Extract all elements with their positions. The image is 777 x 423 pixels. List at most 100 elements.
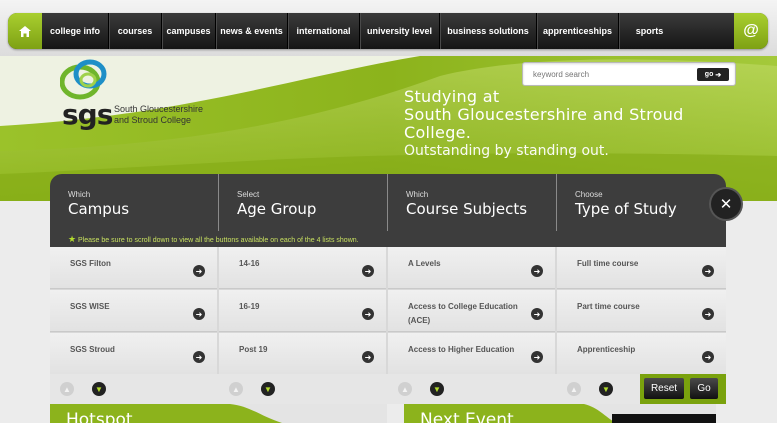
finder-col-type-of-study: Choose Type of Study [557,174,726,231]
scroll-up-icon[interactable]: ▲ [60,382,74,396]
sgs-logo[interactable]: sgs South Gloucestershire and Stroud Col… [60,58,230,136]
logo-subtitle: South Gloucestershire and Stroud College [114,104,203,126]
option-sgs-wise[interactable]: SGS WISE ➜ [50,290,217,332]
finder-col-course-subjects: Which Course Subjects [388,174,556,231]
col-title: Campus [68,200,130,218]
go-button[interactable]: Go [690,378,718,399]
option-label: SGS Filton [70,259,111,268]
nav-university-level[interactable]: university level [360,13,440,49]
finder-col-campus: Which Campus [50,174,218,231]
col-kicker: Which [68,190,91,199]
arrow-right-icon: ➜ [193,351,205,363]
tagline-slogan: Outstanding by standing out. [404,143,609,159]
star-icon: ★ [68,234,77,244]
logo-subtitle-line1: South Gloucestershire [114,104,204,114]
option-16-19[interactable]: 16-19 ➜ [219,290,386,332]
finder-col-age-group: Select Age Group [219,174,387,231]
search-box: go ➔ [522,62,736,86]
arrow-right-icon: ➜ [702,351,714,363]
home-button[interactable] [8,13,42,49]
tagline-line1: Studying at [404,87,500,106]
scroll-down-icon[interactable]: ▼ [430,382,444,396]
col-kicker: Which [406,190,429,199]
search-go-label: go [704,71,714,78]
nav-news-events[interactable]: news & events [216,13,288,49]
option-a-levels[interactable]: A Levels ➜ [388,247,555,289]
option-access-to-higher-education[interactable]: Access to Higher Education ➜ [388,333,555,375]
course-finder: Which Campus Select Age Group Which Cour… [50,174,741,404]
arrow-right-icon: ➜ [702,308,714,320]
finder-scroll-controls: ▲ ▼ ▲ ▼ ▲ ▼ ▲ ▼ Reset Go [50,374,726,404]
scroll-up-icon[interactable]: ▲ [567,382,581,396]
col-title: Course Subjects [406,200,528,218]
option-sgs-stroud[interactable]: SGS Stroud ➜ [50,333,217,375]
col-title: Age Group [237,200,317,218]
finder-action-area: Reset Go [640,374,726,404]
close-icon: ✕ [719,196,733,213]
option-label: Access to Higher Education [408,345,515,354]
option-access-to-college[interactable]: Access to College Education (ACE) ➜ [388,290,555,332]
search-input[interactable] [533,67,683,81]
hero-tagline: Studying at South Gloucestershire and St… [404,88,754,160]
reset-button[interactable]: Reset [644,378,684,399]
tagline-line3: College. [404,123,472,142]
logo-wordmark: sgs [62,98,113,131]
arrow-right-icon: ➜ [531,308,543,320]
col-kicker: Choose [575,190,603,199]
nav-international[interactable]: international [288,13,360,49]
arrow-right-icon: ➜ [531,265,543,277]
hotspot-panel: Hotspot [50,404,387,423]
finder-options-grid: SGS Filton ➜ SGS WISE ➜ SGS Stroud ➜ 14-… [50,247,726,375]
finder-header: Which Campus Select Age Group Which Cour… [50,174,726,247]
arrow-right-icon: ➜ [362,351,374,363]
col-title: Type of Study [575,200,677,218]
nav-college-info[interactable]: college info [42,13,109,49]
hotspot-title: Hotspot [66,410,133,423]
arrow-right-icon: ➜ [702,265,714,277]
option-label: Part time course [577,302,640,311]
option-label: 14-16 [239,259,260,268]
nav-campuses[interactable]: campuses [162,13,216,49]
close-finder-button[interactable]: ✕ [711,189,741,219]
finder-scroll-note: ★ Please be sure to scroll down to view … [68,234,359,245]
option-post-19[interactable]: Post 19 ➜ [219,333,386,375]
option-label: SGS Stroud [70,345,115,354]
option-label: A Levels [408,259,441,268]
col-kicker: Select [237,190,260,199]
option-label: 16-19 [239,302,260,311]
search-arrow-icon: ➔ [715,71,722,79]
option-label: Post 19 [239,345,268,354]
arrow-right-icon: ➜ [362,308,374,320]
arrow-right-icon: ➜ [193,265,205,277]
scroll-down-icon[interactable]: ▼ [261,382,275,396]
option-apprenticeship[interactable]: Apprenticeship ➜ [557,333,726,375]
nav-courses[interactable]: courses [109,13,162,49]
scroll-up-icon[interactable]: ▲ [229,382,243,396]
option-14-16[interactable]: 14-16 ➜ [219,247,386,289]
option-part-time[interactable]: Part time course ➜ [557,290,726,332]
option-sgs-filton[interactable]: SGS Filton ➜ [50,247,217,289]
logo-subtitle-line2: and Stroud College [114,115,192,125]
arrow-right-icon: ➜ [531,351,543,363]
sgs-swirl-icon [60,59,107,100]
scroll-down-icon[interactable]: ▼ [599,382,613,396]
main-navigation: college info courses campuses news & eve… [8,13,768,49]
nav-business-solutions[interactable]: business solutions [440,13,537,49]
next-event-title: Next Event [420,410,514,423]
contact-at-button[interactable]: @ [734,13,768,49]
arrow-right-icon: ➜ [362,265,374,277]
option-full-time[interactable]: Full time course ➜ [557,247,726,289]
next-event-panel: Next Event [404,404,716,423]
finder-note-text: Please be sure to scroll down to view al… [78,237,359,244]
nav-sports[interactable]: sports [619,13,680,49]
option-label: Access to College Education (ACE) [408,302,518,325]
option-label: Full time course [577,259,639,268]
scroll-up-icon[interactable]: ▲ [398,382,412,396]
option-label: SGS WISE [70,302,110,311]
nav-apprenticeships[interactable]: apprenticeships [537,13,619,49]
arrow-right-icon: ➜ [193,308,205,320]
search-go-button[interactable]: go ➔ [697,68,729,81]
top-bar: college info courses campuses news & eve… [0,0,777,56]
tagline-line2: South Gloucestershire and Stroud [404,105,684,124]
scroll-down-icon[interactable]: ▼ [92,382,106,396]
